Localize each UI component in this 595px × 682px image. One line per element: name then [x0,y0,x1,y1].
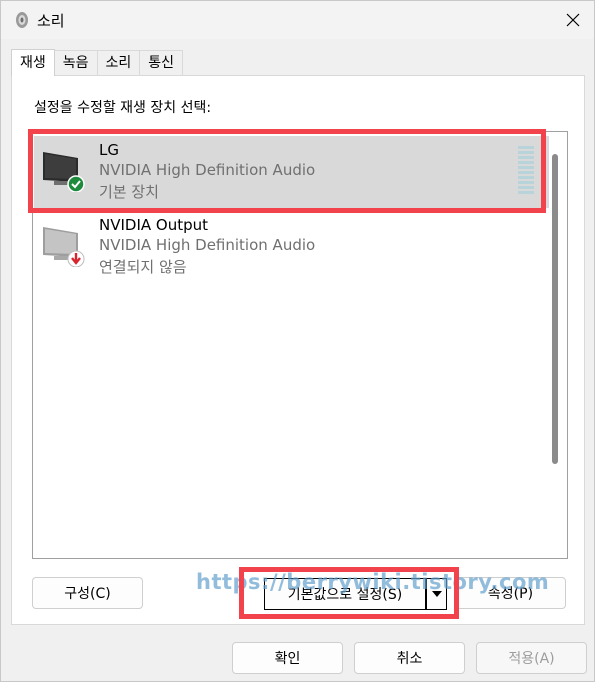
device-item-nvidia-output[interactable]: NVIDIA Output NVIDIA High Definition Aud… [34,211,549,283]
scrollbar[interactable] [552,154,558,464]
device-status: 연결되지 않음 [99,258,187,276]
sound-dialog: 소리 재생 녹음 소리 통신 설정을 수정할 재생 장치 선택: LG NVID… [0,0,595,682]
device-list[interactable]: LG NVIDIA High Definition Audio 기본 장치 NV… [32,131,568,559]
tab-playback[interactable]: 재생 [11,49,55,76]
title-bar[interactable]: 소리 [1,1,594,39]
device-name: LG [99,141,119,159]
device-driver: NVIDIA High Definition Audio [99,161,316,179]
monitor-icon [43,152,85,192]
tab-communications[interactable]: 통신 [139,50,184,76]
close-button[interactable] [557,7,589,33]
tab-recording[interactable]: 녹음 [53,50,98,76]
cancel-button[interactable]: 취소 [354,642,465,674]
tab-panel: 설정을 수정할 재생 장치 선택: LG NVIDIA High Definit… [11,75,585,625]
device-driver: NVIDIA High Definition Audio [99,236,316,254]
set-default-button[interactable]: 기본값으로 설정(S) [264,578,426,610]
window-title: 소리 [37,12,65,30]
device-name: NVIDIA Output [99,216,209,234]
tab-sounds[interactable]: 소리 [96,50,141,76]
monitor-icon [43,227,85,267]
tab-strip: 재생 녹음 소리 통신 [11,49,184,76]
speaker-icon [16,12,28,28]
dropdown-arrow-icon [431,591,442,597]
volume-meter [518,146,534,194]
instruction-label: 설정을 수정할 재생 장치 선택: [34,100,212,116]
configure-button[interactable]: 구성(C) [32,577,143,609]
ok-button[interactable]: 확인 [232,642,343,674]
device-status: 기본 장치 [99,183,159,201]
set-default-split-button: 기본값으로 설정(S) [264,578,447,610]
close-icon [566,13,580,27]
set-default-dropdown[interactable] [426,578,447,610]
device-item-lg[interactable]: LG NVIDIA High Definition Audio 기본 장치 [34,136,549,208]
properties-button[interactable]: 속성(P) [455,577,566,609]
apply-button[interactable]: 적용(A) [476,642,587,674]
